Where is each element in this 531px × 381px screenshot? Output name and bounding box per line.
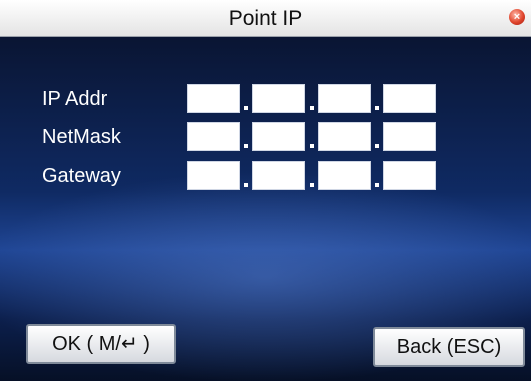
netmask-octet-4[interactable] (383, 122, 436, 151)
back-button[interactable]: Back (ESC) (373, 327, 525, 367)
ip-addr-octet-4[interactable] (383, 84, 436, 113)
octet-separator (310, 183, 314, 187)
octet-separator (375, 183, 379, 187)
gateway-octet-4[interactable] (383, 161, 436, 190)
ip-addr-octet-2[interactable] (252, 84, 305, 113)
title-bar: Point IP × (0, 0, 531, 37)
octet-separator (244, 183, 248, 187)
settings-panel: IP Addr NetMask Gateway OK ( M/↵ ) Back … (0, 37, 531, 381)
octet-separator (244, 106, 248, 110)
ip-addr-octet-3[interactable] (318, 84, 371, 113)
gateway-octet-1[interactable] (187, 161, 240, 190)
window-title: Point IP (228, 7, 303, 30)
netmask-octet-3[interactable] (318, 122, 371, 151)
octet-separator (310, 144, 314, 148)
octet-separator (375, 144, 379, 148)
close-icon[interactable]: × (509, 9, 525, 25)
netmask-octet-2[interactable] (252, 122, 305, 151)
gateway-label: Gateway (42, 165, 121, 187)
ip-addr-label: IP Addr (42, 88, 108, 110)
octet-separator (244, 144, 248, 148)
gateway-octet-3[interactable] (318, 161, 371, 190)
netmask-octet-1[interactable] (187, 122, 240, 151)
ok-button[interactable]: OK ( M/↵ ) (26, 324, 176, 364)
gateway-octet-2[interactable] (252, 161, 305, 190)
octet-separator (310, 106, 314, 110)
octet-separator (375, 106, 379, 110)
netmask-label: NetMask (42, 126, 121, 148)
ip-addr-octet-1[interactable] (187, 84, 240, 113)
